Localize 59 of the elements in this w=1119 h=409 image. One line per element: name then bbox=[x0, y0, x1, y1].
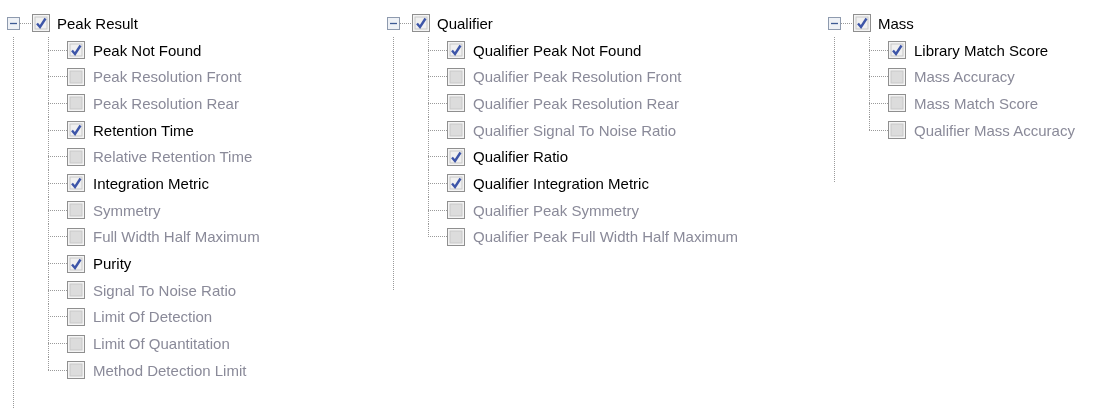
checkbox[interactable] bbox=[67, 147, 85, 166]
item-label: Qualifier Mass Accuracy bbox=[914, 121, 1075, 139]
checkbox[interactable] bbox=[447, 121, 465, 140]
checkbox[interactable] bbox=[67, 334, 85, 353]
item-label: Purity bbox=[93, 255, 132, 273]
item-label: Signal To Noise Ratio bbox=[93, 281, 237, 299]
checkbox[interactable] bbox=[447, 201, 465, 220]
checkbox[interactable] bbox=[447, 94, 465, 113]
item-label: Peak Resolution Rear bbox=[93, 94, 239, 112]
item-label: Peak Resolution Front bbox=[93, 68, 242, 86]
item-label: Qualifier Peak Resolution Rear bbox=[473, 94, 679, 112]
group-label: Qualifier bbox=[437, 14, 493, 32]
checkbox[interactable] bbox=[67, 227, 85, 246]
item-label: Mass Accuracy bbox=[914, 68, 1015, 86]
item-label: Method Detection Limit bbox=[93, 361, 247, 379]
item-label: Full Width Half Maximum bbox=[93, 228, 260, 246]
checkbox[interactable] bbox=[67, 41, 85, 60]
group-label: Mass bbox=[878, 14, 914, 32]
checkbox[interactable] bbox=[67, 307, 85, 326]
checkbox[interactable] bbox=[888, 121, 906, 140]
item-label: Peak Not Found bbox=[93, 41, 202, 59]
item-label: Integration Metric bbox=[93, 174, 209, 192]
checkbox[interactable] bbox=[67, 94, 85, 113]
checkbox[interactable] bbox=[67, 254, 85, 273]
item-label: Relative Retention Time bbox=[93, 148, 253, 166]
checkbox[interactable] bbox=[67, 67, 85, 86]
checkbox[interactable] bbox=[447, 174, 465, 193]
item-label: Qualifier Integration Metric bbox=[473, 174, 649, 192]
checkbox[interactable] bbox=[412, 14, 430, 33]
checkbox[interactable] bbox=[67, 201, 85, 220]
item-label: Library Match Score bbox=[914, 41, 1049, 59]
collapse-toggle[interactable] bbox=[7, 16, 20, 30]
item-label: Qualifier Signal To Noise Ratio bbox=[473, 121, 677, 139]
collapse-toggle[interactable] bbox=[828, 16, 841, 30]
checkbox[interactable] bbox=[853, 14, 871, 33]
item-label: Qualifier Peak Symmetry bbox=[473, 201, 639, 219]
checkbox[interactable] bbox=[32, 14, 50, 33]
checkbox[interactable] bbox=[447, 41, 465, 60]
checkbox[interactable] bbox=[447, 227, 465, 246]
item-label: Qualifier Peak Full Width Half Maximum bbox=[473, 228, 739, 246]
checkbox[interactable] bbox=[67, 281, 85, 300]
checkbox[interactable] bbox=[888, 41, 906, 60]
checkbox[interactable] bbox=[67, 361, 85, 380]
item-label: Qualifier Ratio bbox=[473, 148, 569, 166]
checkbox[interactable] bbox=[67, 174, 85, 193]
checkbox[interactable] bbox=[67, 121, 85, 140]
item-label: Limit Of Detection bbox=[93, 308, 213, 326]
item-label: Qualifier Peak Resolution Front bbox=[473, 68, 682, 86]
item-label: Qualifier Peak Not Found bbox=[473, 41, 642, 59]
item-label: Retention Time bbox=[93, 121, 194, 139]
checkbox[interactable] bbox=[888, 94, 906, 113]
item-label: Symmetry bbox=[93, 201, 161, 219]
item-label: Mass Match Score bbox=[914, 94, 1039, 112]
checkbox[interactable] bbox=[447, 147, 465, 166]
checkbox[interactable] bbox=[888, 67, 906, 86]
collapse-toggle[interactable] bbox=[387, 16, 400, 30]
item-label: Limit Of Quantitation bbox=[93, 335, 230, 353]
group-label: Peak Result bbox=[57, 14, 138, 32]
checkbox[interactable] bbox=[447, 67, 465, 86]
